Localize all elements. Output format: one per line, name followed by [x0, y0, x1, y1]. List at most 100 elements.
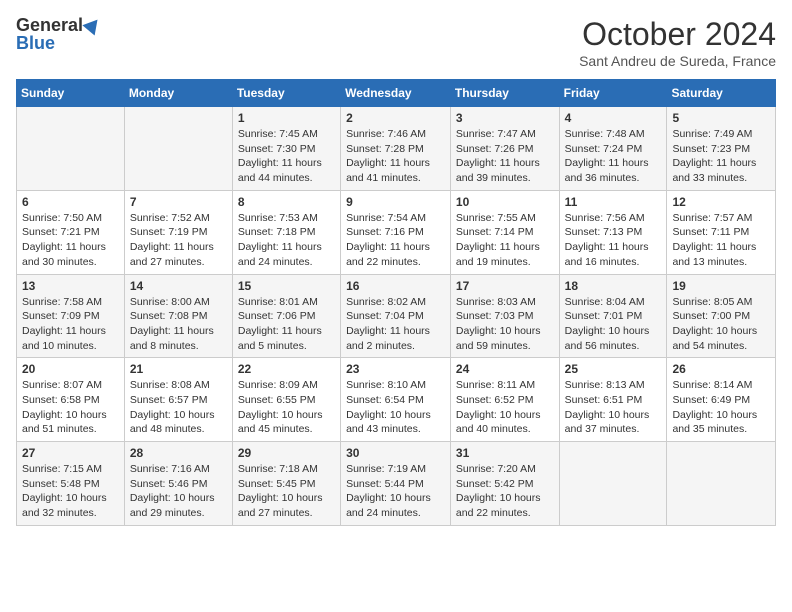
cell-info: Daylight: 11 hours and 44 minutes. [238, 156, 335, 185]
cell-info: Sunset: 7:06 PM [238, 309, 335, 324]
cell-info: Sunset: 7:30 PM [238, 142, 335, 157]
page-header: General Blue October 2024 Sant Andreu de… [16, 16, 776, 69]
calendar-cell: 24Sunrise: 8:11 AMSunset: 6:52 PMDayligh… [450, 358, 559, 442]
cell-info: Sunrise: 8:04 AM [565, 295, 662, 310]
cell-info: Sunset: 7:18 PM [238, 225, 335, 240]
cell-info: Sunset: 5:48 PM [22, 477, 119, 492]
cell-info: Sunrise: 8:14 AM [672, 378, 770, 393]
calendar-cell: 3Sunrise: 7:47 AMSunset: 7:26 PMDaylight… [450, 107, 559, 191]
cell-info: Daylight: 11 hours and 2 minutes. [346, 324, 445, 353]
cell-info: Sunrise: 7:48 AM [565, 127, 662, 142]
cell-info: Daylight: 10 hours and 40 minutes. [456, 408, 554, 437]
cell-info: Sunrise: 7:57 AM [672, 211, 770, 226]
cell-info: Sunrise: 7:18 AM [238, 462, 335, 477]
calendar-cell: 17Sunrise: 8:03 AMSunset: 7:03 PMDayligh… [450, 274, 559, 358]
cell-info: Daylight: 10 hours and 24 minutes. [346, 491, 445, 520]
day-number: 8 [238, 195, 335, 209]
cell-info: Daylight: 10 hours and 27 minutes. [238, 491, 335, 520]
col-header-tuesday: Tuesday [232, 80, 340, 107]
cell-info: Sunrise: 7:53 AM [238, 211, 335, 226]
cell-info: Sunrise: 7:19 AM [346, 462, 445, 477]
cell-info: Daylight: 10 hours and 37 minutes. [565, 408, 662, 437]
day-number: 19 [672, 279, 770, 293]
cell-info: Sunrise: 8:05 AM [672, 295, 770, 310]
cell-info: Sunrise: 7:46 AM [346, 127, 445, 142]
cell-info: Daylight: 11 hours and 39 minutes. [456, 156, 554, 185]
cell-info: Sunrise: 7:50 AM [22, 211, 119, 226]
cell-info: Sunset: 7:23 PM [672, 142, 770, 157]
cell-info: Daylight: 11 hours and 27 minutes. [130, 240, 227, 269]
cell-info: Daylight: 11 hours and 8 minutes. [130, 324, 227, 353]
cell-info: Sunset: 7:03 PM [456, 309, 554, 324]
calendar-table: SundayMondayTuesdayWednesdayThursdayFrid… [16, 79, 776, 526]
cell-info: Sunset: 7:04 PM [346, 309, 445, 324]
cell-info: Sunset: 7:01 PM [565, 309, 662, 324]
cell-info: Sunrise: 7:15 AM [22, 462, 119, 477]
cell-info: Sunrise: 7:47 AM [456, 127, 554, 142]
week-row-5: 27Sunrise: 7:15 AMSunset: 5:48 PMDayligh… [17, 442, 776, 526]
cell-info: Sunset: 5:46 PM [130, 477, 227, 492]
day-number: 14 [130, 279, 227, 293]
cell-info: Sunrise: 7:54 AM [346, 211, 445, 226]
cell-info: Daylight: 11 hours and 36 minutes. [565, 156, 662, 185]
calendar-cell: 19Sunrise: 8:05 AMSunset: 7:00 PMDayligh… [667, 274, 776, 358]
calendar-cell: 25Sunrise: 8:13 AMSunset: 6:51 PMDayligh… [559, 358, 667, 442]
calendar-cell: 20Sunrise: 8:07 AMSunset: 6:58 PMDayligh… [17, 358, 125, 442]
calendar-cell: 23Sunrise: 8:10 AMSunset: 6:54 PMDayligh… [341, 358, 451, 442]
cell-info: Daylight: 10 hours and 54 minutes. [672, 324, 770, 353]
cell-info: Sunrise: 8:10 AM [346, 378, 445, 393]
calendar-cell: 22Sunrise: 8:09 AMSunset: 6:55 PMDayligh… [232, 358, 340, 442]
logo-blue-text: Blue [16, 34, 55, 52]
cell-info: Daylight: 11 hours and 13 minutes. [672, 240, 770, 269]
col-header-friday: Friday [559, 80, 667, 107]
cell-info: Sunrise: 8:09 AM [238, 378, 335, 393]
calendar-cell: 31Sunrise: 7:20 AMSunset: 5:42 PMDayligh… [450, 442, 559, 526]
day-number: 17 [456, 279, 554, 293]
calendar-cell: 16Sunrise: 8:02 AMSunset: 7:04 PMDayligh… [341, 274, 451, 358]
logo-icon [82, 14, 103, 35]
day-number: 5 [672, 111, 770, 125]
cell-info: Sunset: 7:21 PM [22, 225, 119, 240]
cell-info: Daylight: 11 hours and 22 minutes. [346, 240, 445, 269]
cell-info: Daylight: 11 hours and 30 minutes. [22, 240, 119, 269]
week-row-2: 6Sunrise: 7:50 AMSunset: 7:21 PMDaylight… [17, 190, 776, 274]
day-number: 2 [346, 111, 445, 125]
calendar-cell [124, 107, 232, 191]
cell-info: Daylight: 10 hours and 48 minutes. [130, 408, 227, 437]
cell-info: Sunset: 7:14 PM [456, 225, 554, 240]
cell-info: Sunrise: 7:58 AM [22, 295, 119, 310]
calendar-cell [559, 442, 667, 526]
calendar-cell: 8Sunrise: 7:53 AMSunset: 7:18 PMDaylight… [232, 190, 340, 274]
cell-info: Sunrise: 7:20 AM [456, 462, 554, 477]
day-number: 13 [22, 279, 119, 293]
cell-info: Sunset: 6:49 PM [672, 393, 770, 408]
cell-info: Sunset: 6:52 PM [456, 393, 554, 408]
cell-info: Sunrise: 8:13 AM [565, 378, 662, 393]
day-number: 1 [238, 111, 335, 125]
calendar-cell: 10Sunrise: 7:55 AMSunset: 7:14 PMDayligh… [450, 190, 559, 274]
col-header-thursday: Thursday [450, 80, 559, 107]
day-number: 24 [456, 362, 554, 376]
day-number: 29 [238, 446, 335, 460]
col-header-saturday: Saturday [667, 80, 776, 107]
day-number: 15 [238, 279, 335, 293]
calendar-cell: 28Sunrise: 7:16 AMSunset: 5:46 PMDayligh… [124, 442, 232, 526]
cell-info: Sunset: 5:44 PM [346, 477, 445, 492]
cell-info: Daylight: 11 hours and 41 minutes. [346, 156, 445, 185]
calendar-header-row: SundayMondayTuesdayWednesdayThursdayFrid… [17, 80, 776, 107]
cell-info: Sunrise: 8:00 AM [130, 295, 227, 310]
calendar-cell [17, 107, 125, 191]
cell-info: Sunset: 7:24 PM [565, 142, 662, 157]
cell-info: Daylight: 11 hours and 33 minutes. [672, 156, 770, 185]
day-number: 11 [565, 195, 662, 209]
cell-info: Daylight: 11 hours and 5 minutes. [238, 324, 335, 353]
day-number: 31 [456, 446, 554, 460]
cell-info: Sunrise: 8:03 AM [456, 295, 554, 310]
week-row-3: 13Sunrise: 7:58 AMSunset: 7:09 PMDayligh… [17, 274, 776, 358]
location-subtitle: Sant Andreu de Sureda, France [579, 53, 776, 69]
cell-info: Sunset: 7:26 PM [456, 142, 554, 157]
day-number: 28 [130, 446, 227, 460]
calendar-cell: 11Sunrise: 7:56 AMSunset: 7:13 PMDayligh… [559, 190, 667, 274]
col-header-monday: Monday [124, 80, 232, 107]
logo-general-text: General [16, 16, 83, 34]
